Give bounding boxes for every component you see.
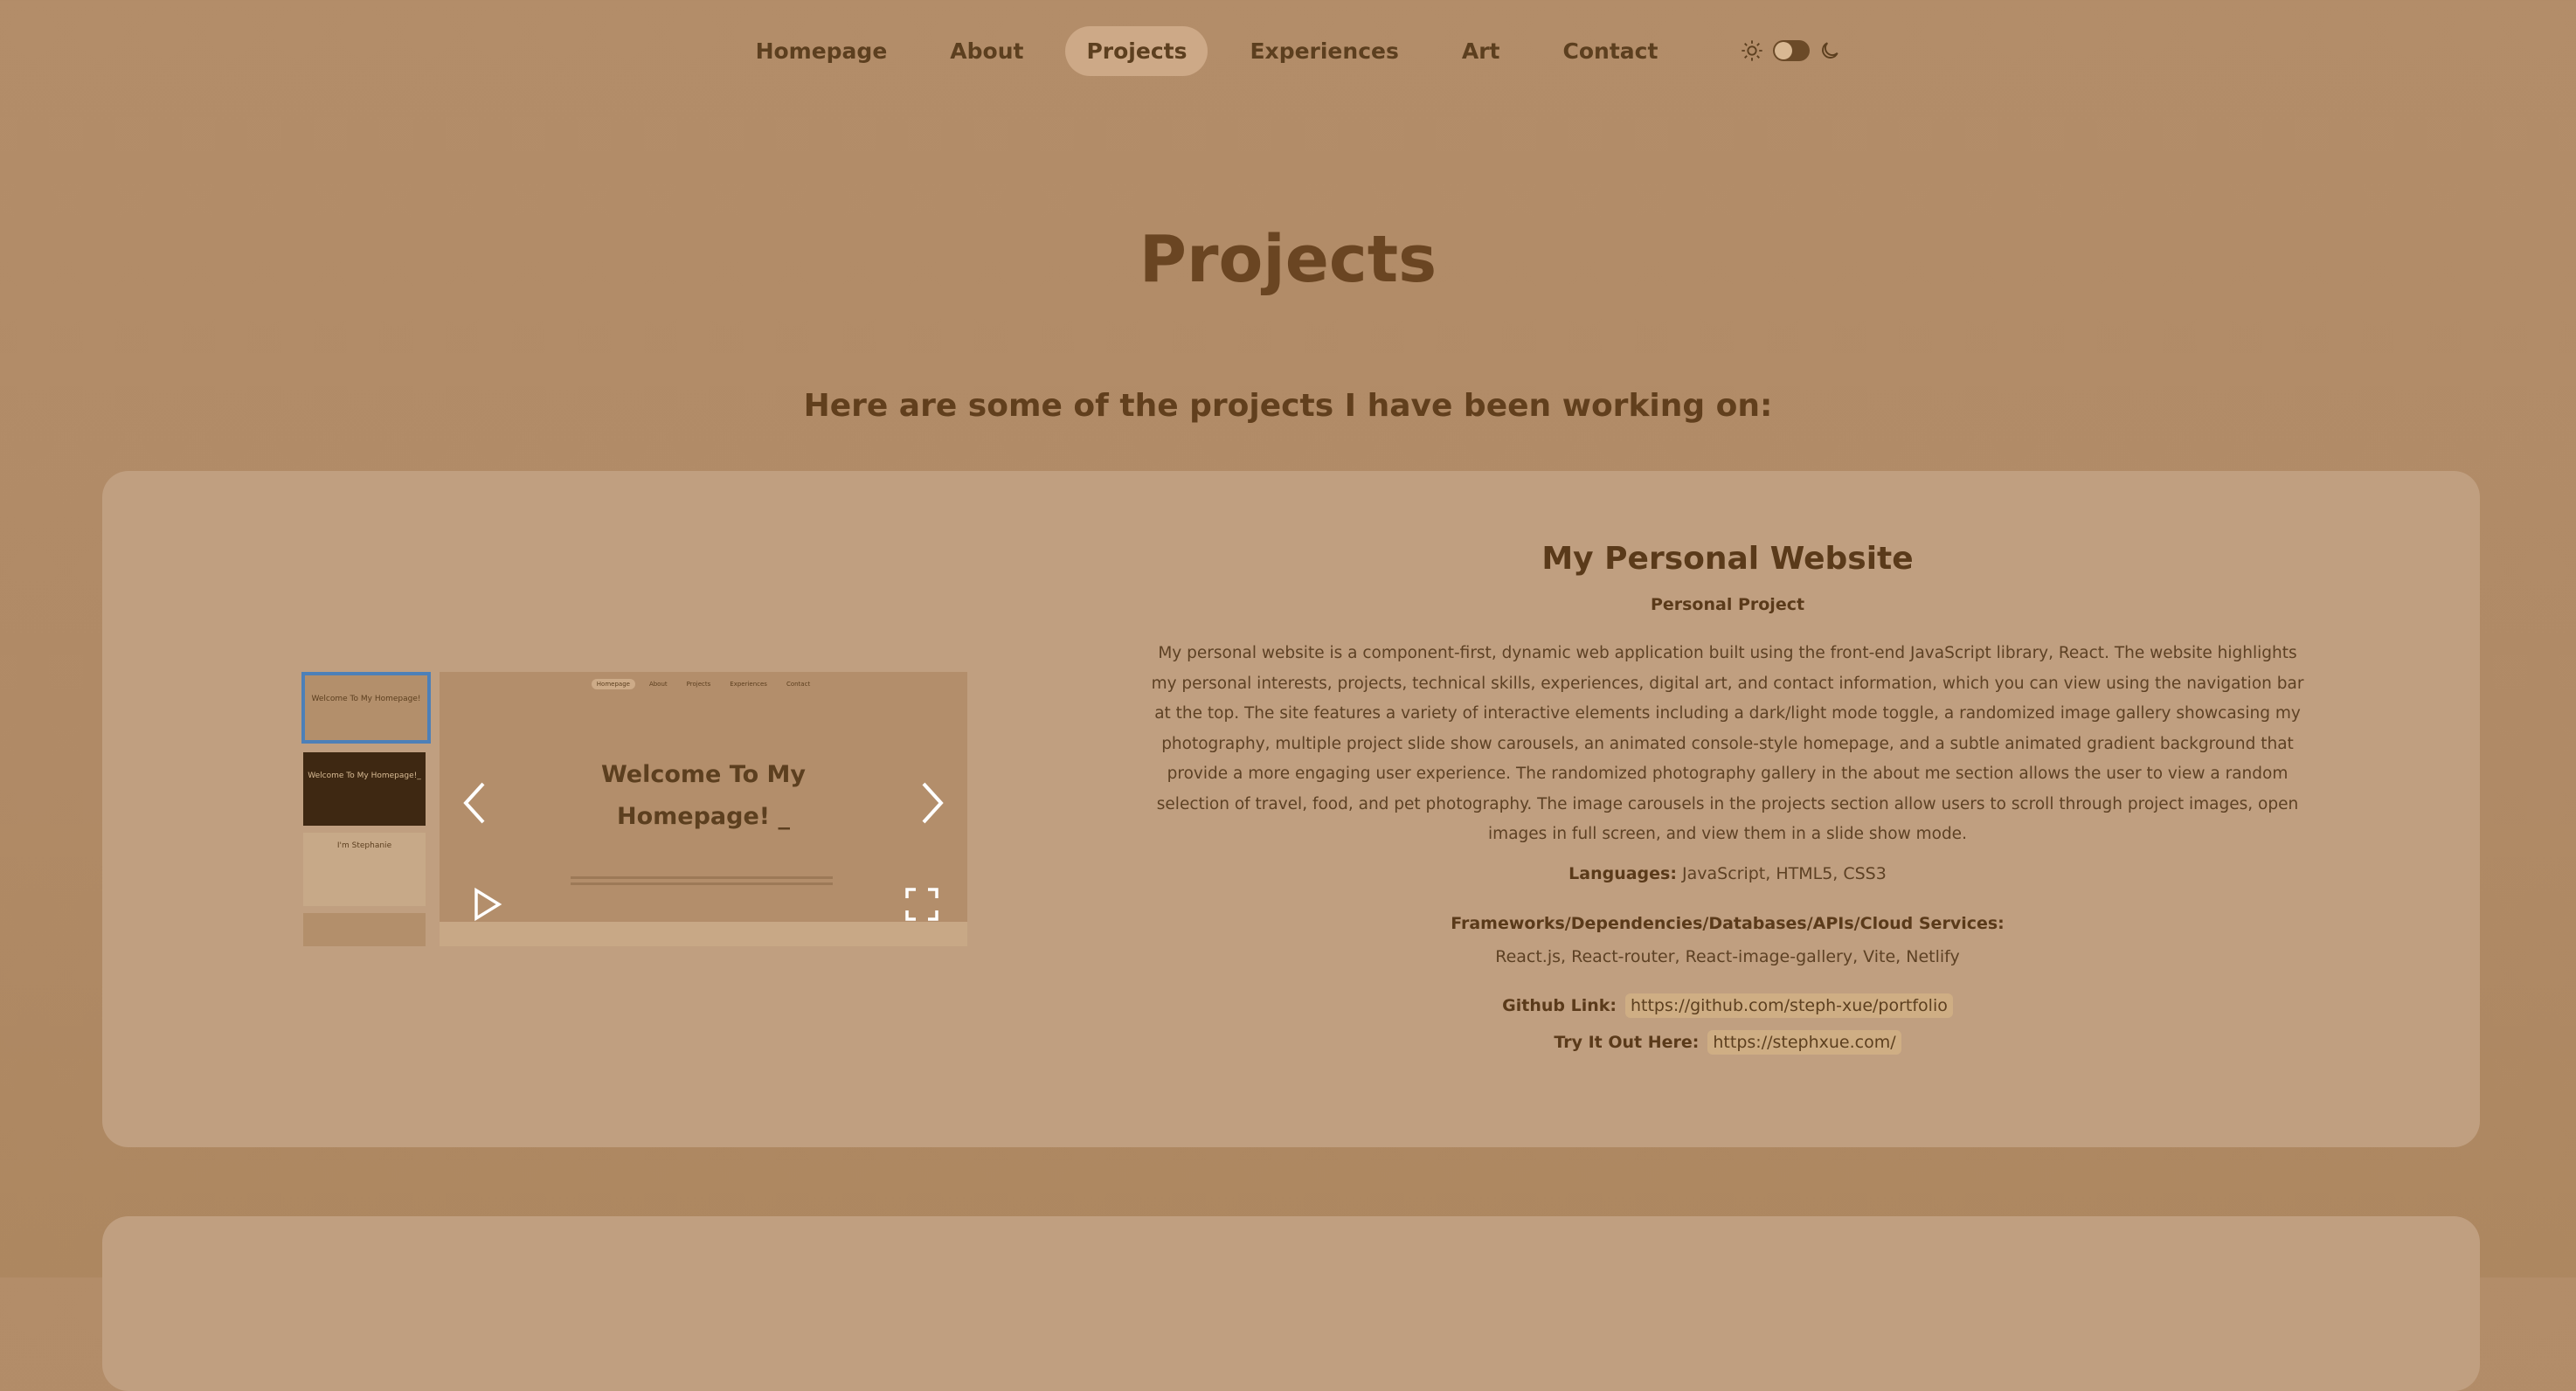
frameworks-value: React.js, React-router, React-image-gall…	[1495, 947, 1960, 966]
thumbnail-4[interactable]	[303, 913, 426, 946]
mini-nav-item: About	[648, 681, 668, 688]
sun-icon	[1742, 40, 1763, 61]
main-image-caption: Welcome To My Homepage! _	[440, 754, 967, 838]
mini-nav-item: Projects	[686, 681, 711, 688]
languages-value: JavaScript, HTML5, CSS3	[1682, 864, 1887, 883]
top-nav: Homepage About Projects Experiences Art …	[0, 24, 2576, 77]
mini-nav-item: Experiences	[730, 681, 767, 688]
gallery-main-image[interactable]: Homepage About Projects Experiences Cont…	[440, 672, 967, 946]
project-title: My Personal Website	[1541, 541, 1914, 577]
thumbnail-strip[interactable]: Welcome To My Homepage! Welcome To My Ho…	[301, 672, 434, 946]
nav-item-contact[interactable]: Contact	[1542, 26, 1679, 76]
chevron-left-icon[interactable]	[457, 777, 492, 829]
project-description: My personal website is a component-first…	[1151, 644, 2304, 843]
mini-nav-item: Homepage	[591, 679, 635, 689]
live-site-link[interactable]: https://stephxue.com/	[1707, 1030, 1901, 1055]
nav-item-experiences[interactable]: Experiences	[1229, 26, 1419, 76]
thumbnail-2[interactable]: Welcome To My Homepage!_	[303, 752, 426, 826]
languages-line: Languages: JavaScript, HTML5, CSS3	[1107, 864, 2348, 883]
nav-item-projects[interactable]: Projects	[1065, 25, 1208, 76]
mini-text-lines	[571, 873, 833, 889]
thumbnail-caption: Welcome To My Homepage!	[311, 695, 421, 703]
caption-line-2: Homepage! _	[617, 803, 790, 830]
thumbnail-1[interactable]: Welcome To My Homepage!	[301, 672, 431, 744]
caption-line-1: Welcome To My	[600, 761, 807, 788]
dark-mode-switch[interactable]	[1773, 40, 1811, 61]
mini-nav-item: Contact	[786, 681, 811, 688]
github-link[interactable]: https://github.com/steph-xue/portfolio	[1624, 993, 1953, 1018]
languages-label: Languages:	[1568, 864, 1677, 883]
project-card: Welcome To My Homepage! Welcome To My Ho…	[102, 471, 2480, 1147]
github-label: Github Link:	[1502, 996, 1617, 1015]
next-project-card	[102, 1216, 2480, 1391]
page-title: Projects	[1139, 222, 1437, 297]
play-icon[interactable]	[473, 887, 502, 922]
thumbnail-caption: I'm Stephanie	[336, 841, 392, 850]
fullscreen-icon[interactable]	[904, 887, 939, 922]
theme-toggle[interactable]	[1740, 38, 1841, 63]
nav-item-about[interactable]: About	[929, 26, 1044, 76]
thumbnail-caption: Welcome To My Homepage!_	[308, 772, 421, 780]
try-it-line: Try It Out Here: https://stephxue.com/	[1107, 1030, 2348, 1055]
nav-item-homepage[interactable]: Homepage	[735, 26, 909, 76]
page-subtitle: Here are some of the projects I have bee…	[803, 388, 1773, 424]
github-line: Github Link: https://github.com/steph-xu…	[1107, 993, 2348, 1018]
nav-item-art[interactable]: Art	[1441, 26, 1521, 76]
frameworks-label: Frameworks/Dependencies/Databases/APIs/C…	[1451, 914, 2005, 933]
thumbnail-3[interactable]: I'm Stephanie	[303, 833, 426, 906]
try-label: Try It Out Here:	[1554, 1033, 1700, 1052]
mini-footer	[440, 922, 967, 946]
chevron-right-icon[interactable]	[915, 777, 950, 829]
moon-icon	[1822, 42, 1839, 59]
nav-links: Homepage About Projects Experiences Art …	[735, 25, 1679, 76]
frameworks-label-line: Frameworks/Dependencies/Databases/APIs/C…	[1107, 914, 2348, 933]
project-category: Personal Project	[1650, 595, 1805, 614]
mini-nav: Homepage About Projects Experiences Cont…	[440, 679, 967, 689]
